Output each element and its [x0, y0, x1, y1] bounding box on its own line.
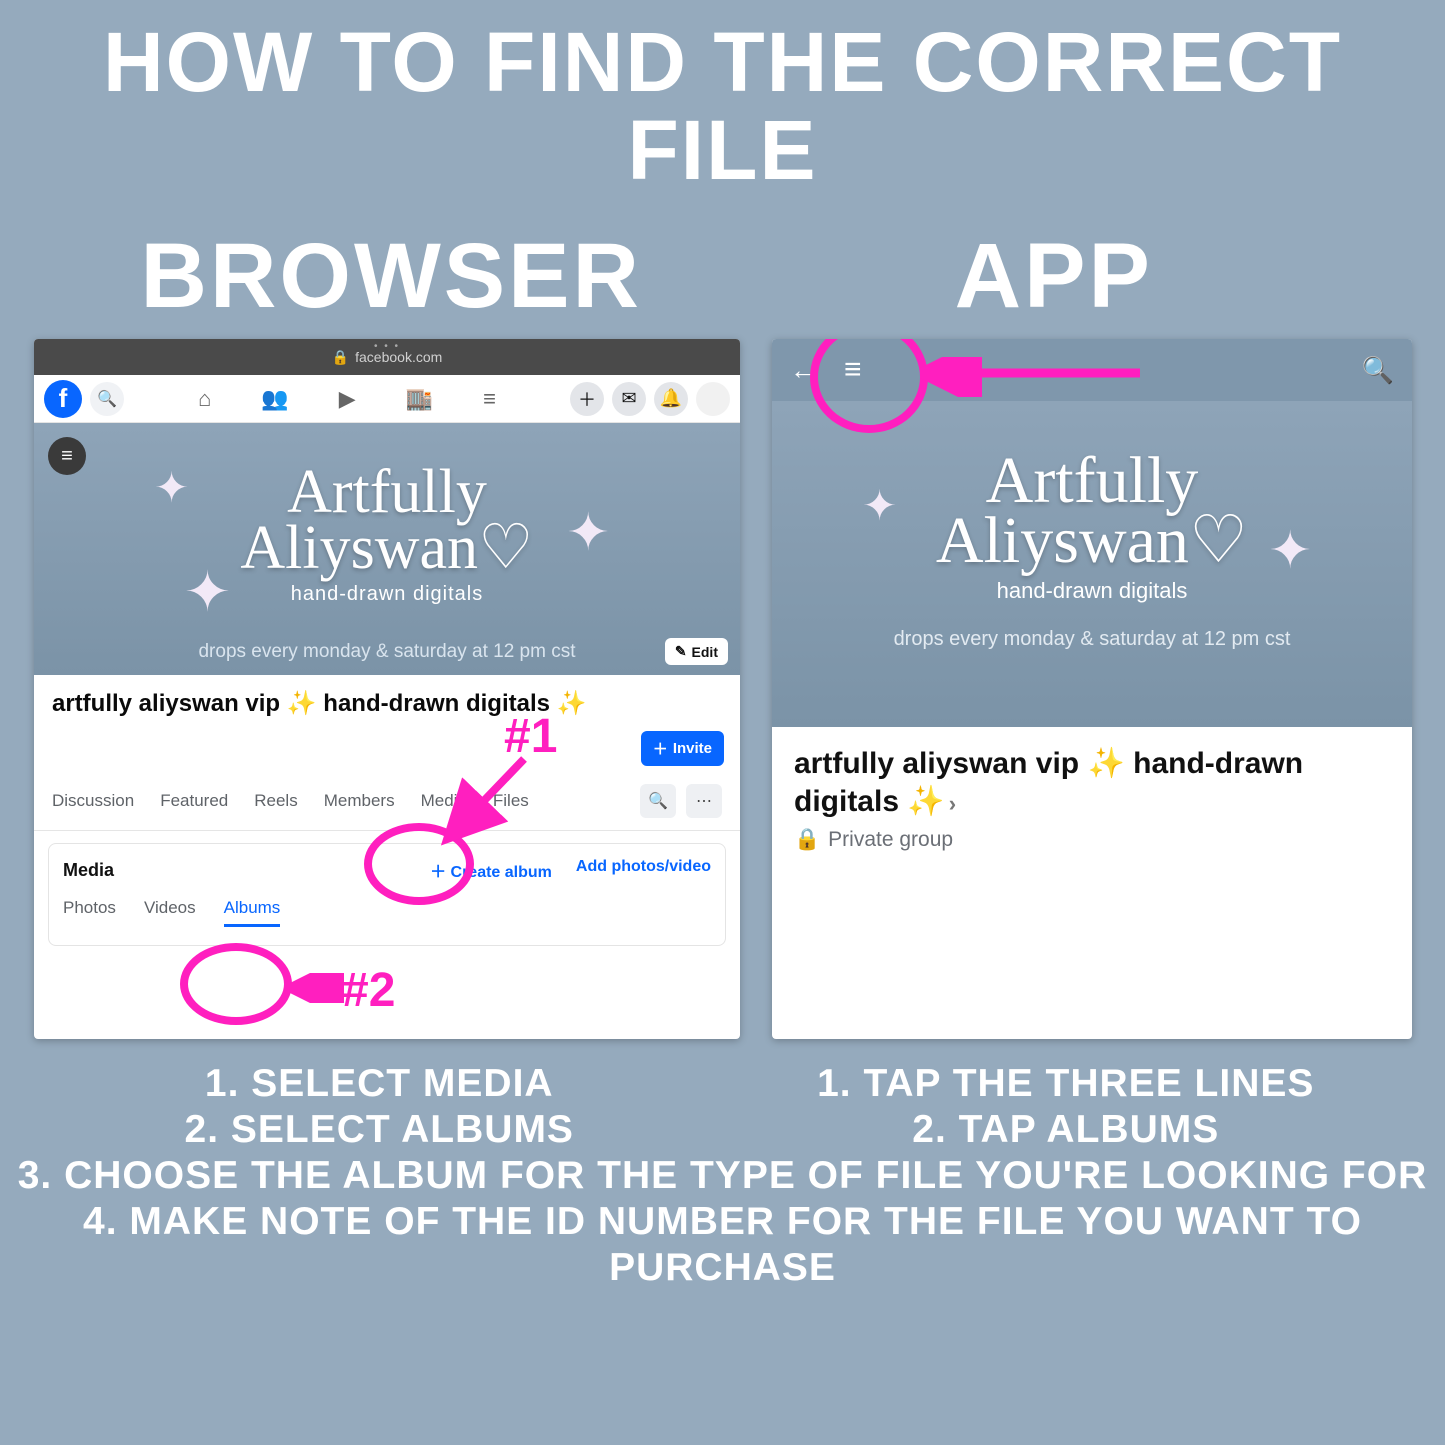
- tab-files[interactable]: Files: [493, 791, 529, 811]
- tab-featured[interactable]: Featured: [160, 791, 228, 811]
- bell-icon[interactable]: 🔔: [654, 382, 688, 416]
- create-album-button[interactable]: ＋ Create album: [430, 858, 552, 882]
- cover-tagline: hand-drawn digitals: [34, 583, 740, 606]
- app-panel: ← ≡ 🔍 ✦ ✦ Artfully Aliyswan♡ hand-drawn …: [772, 339, 1412, 1039]
- subtab-photos[interactable]: Photos: [63, 898, 116, 927]
- instructions: 1. SELECT MEDIA 2. SELECT ALBUMS 1. TAP …: [0, 1061, 1445, 1291]
- group-title: artfully aliyswan vip ✨ hand-drawn digit…: [52, 689, 722, 719]
- tab-search-icon[interactable]: 🔍: [640, 784, 676, 818]
- search-icon[interactable]: 🔍: [1362, 355, 1394, 386]
- subtab-albums[interactable]: Albums: [224, 898, 281, 927]
- subtitle-browser: BROWSER: [60, 224, 723, 329]
- lock-icon: 🔒: [332, 349, 349, 366]
- app-cover-tagline: hand-drawn digitals: [772, 578, 1412, 604]
- add-photos-button[interactable]: Add photos/video: [576, 858, 711, 882]
- group-tabs: Discussion Featured Reels Members Media …: [34, 770, 740, 831]
- invite-button[interactable]: ＋ Invite: [641, 731, 724, 766]
- messenger-icon[interactable]: ✉: [612, 382, 646, 416]
- instructions-browser: 1. SELECT MEDIA 2. SELECT ALBUMS: [36, 1061, 723, 1153]
- subtitle-app: APP: [723, 224, 1386, 329]
- edit-button[interactable]: ✎ Edit: [665, 638, 728, 665]
- tab-reels[interactable]: Reels: [254, 791, 297, 811]
- cover-brand: Artfully Aliyswan♡: [34, 423, 740, 577]
- annotation-label-2: #2: [342, 963, 395, 1018]
- media-card: Media ＋ Create album Add photos/video Ph…: [48, 843, 726, 946]
- menu-lines-icon[interactable]: ≡: [483, 386, 496, 412]
- instruction-3: 3. CHOOSE THE ALBUM FOR THE TYPE OF FILE…: [0, 1153, 1445, 1199]
- account-icon[interactable]: [696, 382, 730, 416]
- tab-media[interactable]: Media: [421, 791, 467, 811]
- instruction-4: 4. MAKE NOTE OF THE ID NUMBER FOR THE FI…: [0, 1199, 1445, 1291]
- browser-address-bar: • • • 🔒 facebook.com: [34, 339, 740, 375]
- plus-icon: ＋: [653, 738, 668, 759]
- tab-more-icon[interactable]: ⋯: [686, 784, 722, 818]
- panels-row: • • • 🔒 facebook.com f 🔍 ⌂ 👥 ▶ 🏬 ≡ ＋ ✉ 🔔…: [0, 339, 1445, 1039]
- browser-cover: ≡ ✦ ✦ ✦ Artfully Aliyswan♡ hand-drawn di…: [34, 423, 740, 675]
- back-icon[interactable]: ←: [790, 355, 816, 386]
- hamburger-icon[interactable]: ≡: [844, 353, 862, 387]
- browser-panel: • • • 🔒 facebook.com f 🔍 ⌂ 👥 ▶ 🏬 ≡ ＋ ✉ 🔔…: [34, 339, 740, 1039]
- tab-members[interactable]: Members: [324, 791, 395, 811]
- friends-icon[interactable]: 👥: [261, 386, 288, 412]
- app-top-bar: ← ≡ 🔍: [772, 339, 1412, 401]
- facebook-logo-icon[interactable]: f: [44, 380, 82, 418]
- app-cover-schedule: drops every monday & saturday at 12 pm c…: [772, 628, 1412, 651]
- instructions-app: 1. TAP THE THREE LINES 2. TAP ALBUMS: [723, 1061, 1410, 1153]
- annotation-circle-2: [180, 943, 292, 1025]
- chevron-right-icon: ›: [949, 791, 956, 816]
- pencil-icon: ✎: [675, 643, 687, 660]
- search-icon[interactable]: 🔍: [90, 382, 124, 416]
- watch-icon[interactable]: ▶: [339, 386, 356, 412]
- app-cover: ✦ ✦ Artfully Aliyswan♡ hand-drawn digita…: [772, 401, 1412, 727]
- subtab-videos[interactable]: Videos: [144, 898, 196, 927]
- annotation-arrow-2: [290, 973, 350, 1003]
- main-title: HOW TO FIND THE CORRECT FILE: [0, 0, 1445, 194]
- cover-schedule: drops every monday & saturday at 12 pm c…: [34, 641, 740, 663]
- media-subtabs: Photos Videos Albums: [63, 898, 711, 927]
- subtitle-row: BROWSER APP: [0, 224, 1445, 329]
- group-header: artfully aliyswan vip ✨ hand-drawn digit…: [34, 675, 740, 725]
- app-privacy: 🔒 Private group: [794, 828, 1390, 852]
- tab-discussion[interactable]: Discussion: [52, 791, 134, 811]
- app-group-title[interactable]: artfully aliyswan vip ✨ hand-drawn digit…: [794, 745, 1390, 820]
- marketplace-icon[interactable]: 🏬: [406, 386, 433, 412]
- facebook-nav: ⌂ 👥 ▶ 🏬 ≡: [132, 386, 562, 412]
- app-group-info: artfully aliyswan vip ✨ hand-drawn digit…: [772, 727, 1412, 870]
- plus-icon[interactable]: ＋: [570, 382, 604, 416]
- home-icon[interactable]: ⌂: [198, 386, 211, 412]
- media-title: Media: [63, 860, 114, 881]
- facebook-top-bar: f 🔍 ⌂ 👥 ▶ 🏬 ≡ ＋ ✉ 🔔: [34, 375, 740, 423]
- lock-icon: 🔒: [794, 828, 820, 852]
